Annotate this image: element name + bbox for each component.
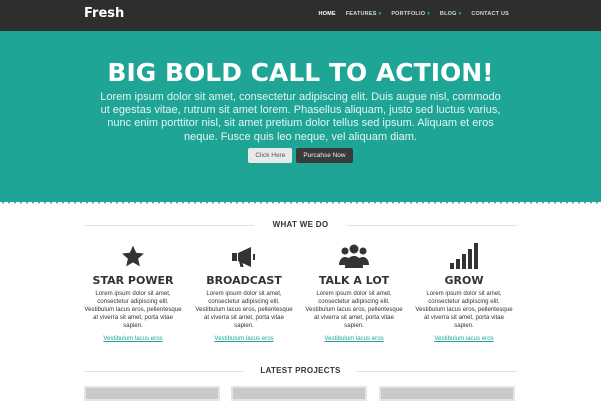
signal-bars-icon — [415, 243, 513, 269]
feature-text: Lorem ipsum dolor sit amet, consectetur … — [195, 290, 293, 329]
hero-section: BIG BOLD CALL TO ACTION! Lorem ipsum dol… — [0, 31, 601, 202]
feature-text: Lorem ipsum dolor sit amet, consectetur … — [305, 290, 403, 329]
nav-label: PORTFOLIO — [391, 11, 426, 17]
feature-title: BROADCAST — [206, 274, 282, 287]
feature-text: Lorem ipsum dolor sit amet, consectetur … — [415, 290, 513, 329]
latest-projects-heading: LATEST PROJECTS — [84, 366, 517, 376]
feature-title: TALK A LOT — [318, 274, 390, 287]
nav-label: CONTACT US — [471, 11, 509, 17]
nav-label: BLOG — [439, 11, 457, 17]
section-title: WHAT WE DO — [272, 220, 329, 229]
purchase-now-button[interactable]: Purcahse Now — [296, 148, 353, 163]
people-icon — [305, 243, 403, 269]
chevron-down-icon: ▾ — [458, 11, 462, 17]
nav-item-contact-us[interactable]: CONTACT US — [471, 11, 509, 17]
nav-item-blog[interactable]: BLOG ▾ — [440, 11, 461, 17]
nav-label: FEATURES — [345, 11, 377, 17]
nav-item-portfolio[interactable]: PORTFOLIO ▾ — [391, 11, 430, 17]
site-logo[interactable]: Fresh — [84, 6, 124, 21]
feature-title: STAR POWER — [92, 274, 174, 287]
feature-talk-a-lot: TALK A LOT Lorem ipsum dolor sit amet, c… — [305, 243, 403, 342]
feature-star-power: STAR POWER Lorem ipsum dolor sit amet, c… — [84, 243, 182, 342]
feature-link[interactable]: Vestibulum lacus eros — [195, 335, 293, 342]
chevron-down-icon: ▾ — [378, 11, 382, 17]
megaphone-icon — [195, 243, 293, 269]
star-icon — [84, 243, 182, 269]
section-title: LATEST PROJECTS — [260, 366, 341, 375]
feature-link[interactable]: Vestibulum lacus eros — [415, 335, 513, 342]
nav-item-features[interactable]: FEATURES ▾ — [346, 11, 382, 17]
nav-label: HOME — [318, 11, 336, 17]
chevron-down-icon: ▾ — [427, 11, 430, 17]
project-thumbnail[interactable] — [231, 386, 367, 401]
main-nav: HOME FEATURES ▾ PORTFOLIO ▾ BLOG ▾ CONTACT … — [318, 11, 509, 17]
project-thumbnail[interactable] — [379, 386, 515, 401]
project-thumbnail[interactable] — [84, 386, 220, 401]
feature-broadcast: BROADCAST Lorem ipsum dolor sit amet, co… — [195, 243, 293, 342]
wave-divider — [0, 199, 601, 204]
hero-title: BIG BOLD CALL TO ACTION! — [107, 58, 494, 87]
hero-text: Lorem ipsum dolor sit amet, consectetur … — [100, 91, 501, 143]
feature-grow: GROW Lorem ipsum dolor sit amet, consect… — [415, 243, 513, 342]
feature-text: Lorem ipsum dolor sit amet, consectetur … — [84, 290, 182, 329]
hero-buttons: Click Here Purcahse Now — [0, 148, 601, 163]
nav-item-home[interactable]: HOME — [318, 11, 335, 17]
top-navbar: Fresh HOME FEATURES ▾ PORTFOLIO ▾ BLOG ▾ CO… — [0, 0, 601, 31]
feature-link[interactable]: Vestibulum lacus eros — [305, 335, 403, 342]
what-we-do-heading: WHAT WE DO — [84, 220, 517, 230]
click-here-button[interactable]: Click Here — [248, 148, 293, 163]
feature-title: GROW — [444, 274, 484, 287]
feature-link[interactable]: Vestibulum lacus eros — [84, 335, 182, 342]
